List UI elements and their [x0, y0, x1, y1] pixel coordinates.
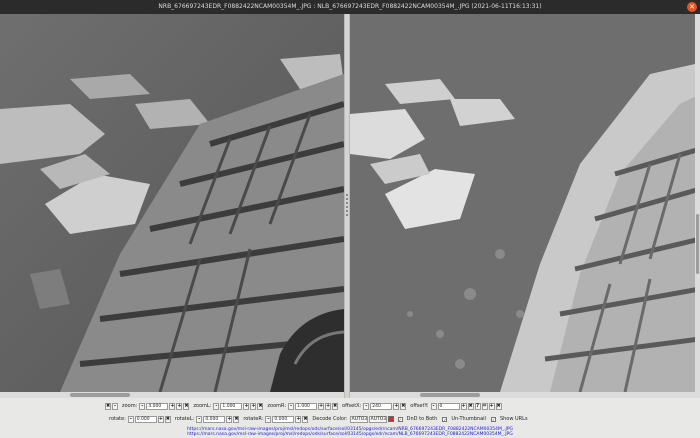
- zoomR-label: zoomR:: [267, 403, 287, 409]
- offsetX-x-button[interactable]: ✖: [400, 402, 407, 410]
- zoomL-x-button[interactable]: ✖: [257, 402, 264, 410]
- left-image-pane[interactable]: [0, 14, 344, 392]
- close-icon[interactable]: ✕: [687, 2, 697, 12]
- rotate-x-button[interactable]: ✖: [164, 415, 171, 423]
- zoomR-inc-button[interactable]: +: [325, 402, 332, 410]
- decode-color-label: Decode Color:: [312, 416, 348, 422]
- show-urls-label: Show URLs: [499, 416, 528, 422]
- decode-color-right-select[interactable]: AUTO3: [368, 415, 387, 423]
- offsetY-label: offsetY:: [410, 403, 429, 409]
- image-viewer: [0, 14, 700, 398]
- rotate-label: rotate:: [109, 416, 126, 422]
- offsetY-x-button[interactable]: ✖: [467, 402, 474, 410]
- offsetY-input[interactable]: 0: [437, 402, 460, 410]
- left-image-url-link[interactable]: https://mars.nasa.gov/msl-raw-images/pro…: [0, 432, 700, 437]
- image-urls: https://mars.nasa.gov/msl-raw-images/pro…: [0, 427, 700, 437]
- zoomL-input[interactable]: 1.000: [220, 402, 243, 410]
- dnd-both-label: DnD to Both: [406, 416, 438, 422]
- rotate-minus-button[interactable]: -: [127, 415, 134, 423]
- rotateR-minus-button[interactable]: -: [265, 415, 272, 423]
- offsetX-input[interactable]: 240: [370, 402, 393, 410]
- dnd-both-checkbox[interactable]: ✓: [397, 416, 403, 422]
- equal-button[interactable]: =: [481, 402, 488, 410]
- zoomL-plus-button[interactable]: +: [243, 402, 250, 410]
- rotate-input[interactable]: 0.000: [134, 415, 157, 423]
- all-x-button[interactable]: ✖: [495, 402, 502, 410]
- rotate-plus-button[interactable]: +: [157, 415, 164, 423]
- offsetY-plus-button[interactable]: +: [460, 402, 467, 410]
- scroll-thumb[interactable]: [696, 214, 699, 274]
- controls-row-2: rotate: - 0.000 + ✖ rotateL: - 0.000 + ✖…: [106, 414, 530, 424]
- zoom-reset-button[interactable]: ✖: [105, 402, 111, 410]
- zoomR-plus-button[interactable]: +: [318, 402, 325, 410]
- unthumbnail-checkbox[interactable]: ✓: [442, 416, 448, 422]
- divider-grip-icon[interactable]: [346, 194, 348, 218]
- zoom-dec-button[interactable]: -: [139, 402, 146, 410]
- zoomL-minus-button[interactable]: -: [213, 402, 220, 410]
- decode-color-left-select[interactable]: AUTO3: [349, 415, 368, 423]
- zoom-plus-button[interactable]: +: [169, 402, 176, 410]
- zoom-minus-button[interactable]: -: [112, 402, 118, 410]
- zoomR-x-button[interactable]: ✖: [332, 402, 339, 410]
- offsetX-minus-button[interactable]: -: [363, 402, 370, 410]
- scroll-thumb[interactable]: [70, 393, 130, 397]
- scroll-thumb[interactable]: [420, 393, 480, 397]
- rotateL-minus-button[interactable]: -: [196, 415, 203, 423]
- right-image-pane[interactable]: [350, 14, 700, 392]
- right-vertical-scrollbar[interactable]: [695, 14, 700, 392]
- offsetX-plus-button[interactable]: +: [393, 402, 400, 410]
- rotateL-x-button[interactable]: ✖: [233, 415, 240, 423]
- rotateR-x-button[interactable]: ✖: [302, 415, 309, 423]
- zoom-input[interactable]: 4.000: [146, 402, 169, 410]
- rotateR-plus-button[interactable]: +: [295, 415, 302, 423]
- rotateL-input[interactable]: 0.000: [203, 415, 226, 423]
- zoomR-minus-button[interactable]: -: [288, 402, 295, 410]
- help-button[interactable]: ?: [474, 402, 481, 410]
- rotateL-plus-button[interactable]: +: [226, 415, 233, 423]
- offsetY-minus-button[interactable]: -: [430, 402, 437, 410]
- rotateL-label: rotateL:: [174, 416, 195, 422]
- zoom-x-button[interactable]: ✖: [183, 402, 190, 410]
- offsetX-label: offsetX:: [342, 403, 362, 409]
- color-picker-icon[interactable]: [387, 416, 394, 422]
- zoomR-input[interactable]: 1.000: [295, 402, 318, 410]
- window-titlebar: NRB_676697243EDR_F0882422NCAM00354M_.JPG…: [0, 0, 700, 14]
- unthumbnail-label: Un-Thumbnail: [451, 416, 486, 422]
- zoomL-inc-button[interactable]: +: [250, 402, 257, 410]
- control-panel: ✖ - zoom: - 4.000 + + ✖ zoomL: - 1.000 +…: [0, 398, 700, 438]
- zoom-label: zoom:: [122, 403, 138, 409]
- zoomL-label: zoomL:: [193, 403, 212, 409]
- rotateR-label: rotateR:: [243, 416, 264, 422]
- right-image: [350, 14, 700, 392]
- show-urls-checkbox[interactable]: ✓: [490, 416, 496, 422]
- rotateR-input[interactable]: 0.000: [272, 415, 295, 423]
- zoom-inc-button[interactable]: +: [176, 402, 183, 410]
- all-plus-button[interactable]: +: [488, 402, 495, 410]
- window-title: NRB_676697243EDR_F0882422NCAM00354M_.JPG…: [158, 3, 542, 10]
- left-image: [0, 14, 344, 392]
- controls-row-1: ✖ - zoom: - 4.000 + + ✖ zoomL: - 1.000 +…: [105, 401, 503, 411]
